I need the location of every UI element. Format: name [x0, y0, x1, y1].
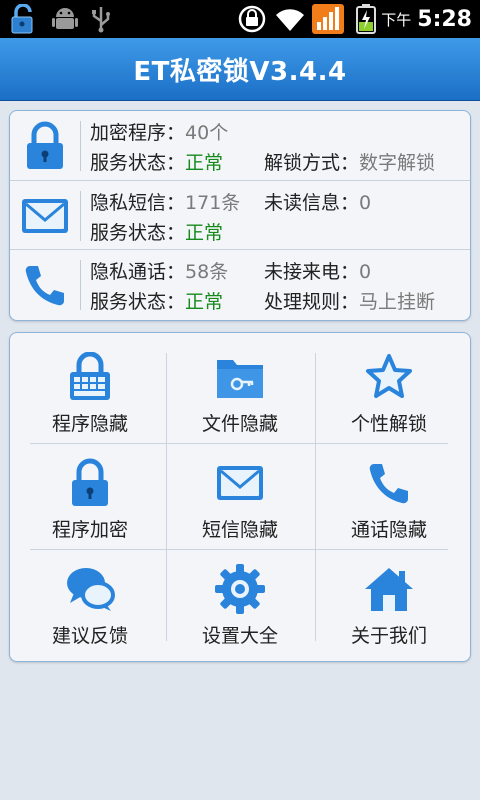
- menu-encrypt-programs[interactable]: 程序加密: [16, 443, 164, 547]
- info-row-sms[interactable]: 隐私短信：171条 未读信息：0 服务状态：正常: [10, 180, 470, 250]
- status-value: 正常: [185, 152, 224, 174]
- calls-label: 隐私通话：: [90, 261, 186, 283]
- menu-label: 文件隐藏: [201, 413, 278, 435]
- calls-line: 隐私通话：58条 未接来电：0: [90, 257, 371, 284]
- padlock-icon: [62, 457, 118, 509]
- menu-settings[interactable]: 设置大全: [166, 549, 314, 653]
- divider: [80, 121, 81, 171]
- padlock-icon: [16, 120, 74, 172]
- divider: [80, 191, 81, 241]
- divider: [80, 260, 81, 310]
- unread-value: 0: [359, 192, 372, 214]
- programs-value: 40个: [185, 122, 229, 144]
- calls-status-line: 服务状态：正常 处理规则：马上挂断: [90, 287, 435, 314]
- chat-bubbles-icon: [62, 563, 118, 615]
- info-row-programs[interactable]: 加密程序：40个 服务状态：正常 解锁方式：数字解锁: [10, 111, 470, 180]
- menu-about-us[interactable]: 关于我们: [315, 549, 463, 653]
- star-icon: [361, 351, 417, 403]
- menu-hide-files[interactable]: 文件隐藏: [166, 337, 314, 441]
- folder-key-icon: [212, 351, 268, 403]
- menu-custom-unlock[interactable]: 个性解锁: [315, 337, 463, 441]
- usb-icon: [90, 4, 112, 34]
- wifi-icon: [274, 4, 306, 34]
- menu-label: 程序隐藏: [51, 413, 128, 435]
- status-value: 正常: [185, 291, 224, 313]
- programs-line: 加密程序：40个: [90, 118, 228, 145]
- battery-charging-icon: [356, 4, 376, 34]
- clock: 下午 5:28: [381, 0, 472, 38]
- rule-label: 处理规则：: [264, 291, 360, 313]
- unread-label: 未读信息：: [264, 192, 360, 214]
- sms-label: 隐私短信：: [90, 192, 186, 214]
- programs-label: 加密程序：: [90, 122, 186, 144]
- menu-hide-programs[interactable]: 程序隐藏: [16, 337, 164, 441]
- sms-line: 隐私短信：171条 未读信息：0: [90, 188, 371, 215]
- status-value: 正常: [185, 222, 224, 244]
- menu-label: 设置大全: [201, 625, 278, 647]
- menu-feedback[interactable]: 建议反馈: [16, 549, 164, 653]
- menu-label: 关于我们: [350, 625, 427, 647]
- feature-menu-grid: 程序隐藏 文件隐藏 个性解锁 程序加密 短信隐藏 通话隐藏 建议反馈 设置大全 …: [9, 332, 471, 662]
- menu-label: 通话隐藏: [350, 519, 427, 541]
- menu-hide-sms[interactable]: 短信隐藏: [166, 443, 314, 547]
- status-bar: 下午 5:28: [0, 0, 480, 38]
- unlock-method-value: 数字解锁: [359, 152, 436, 174]
- menu-label: 程序加密: [51, 519, 128, 541]
- missed-value: 0: [359, 261, 372, 283]
- envelope-icon: [212, 457, 268, 509]
- info-row-calls[interactable]: 隐私通话：58条 未接来电：0 服务状态：正常 处理规则：马上挂断: [10, 249, 470, 319]
- clock-time: 5:28: [417, 6, 472, 32]
- keyboard-lock-icon: [62, 351, 118, 403]
- sms-value: 171条: [185, 192, 241, 214]
- phone-icon: [361, 457, 417, 509]
- signal-strength-icon: [312, 4, 344, 34]
- app-title: ET私密锁V3.4.4: [133, 56, 347, 87]
- rotation-lock-icon: [235, 4, 269, 34]
- phone-icon: [16, 259, 74, 311]
- sms-status-line: 服务状态：正常: [90, 218, 223, 245]
- menu-label: 建议反馈: [51, 625, 128, 647]
- calls-value: 58条: [185, 261, 229, 283]
- status-info-panel: 加密程序：40个 服务状态：正常 解锁方式：数字解锁 隐私短信：171条 未读信…: [9, 110, 471, 321]
- unlock-method-label: 解锁方式：: [264, 152, 360, 174]
- title-bar: ET私密锁V3.4.4: [0, 38, 480, 101]
- missed-label: 未接来电：: [264, 261, 360, 283]
- envelope-icon: [16, 190, 74, 242]
- menu-label: 个性解锁: [350, 413, 427, 435]
- menu-hide-calls[interactable]: 通话隐藏: [315, 443, 463, 547]
- house-icon: [361, 563, 417, 615]
- programs-status-line: 服务状态：正常 解锁方式：数字解锁: [90, 148, 435, 175]
- status-label: 服务状态：: [90, 152, 186, 174]
- clock-ampm: 下午: [381, 10, 412, 29]
- gear-icon: [212, 563, 268, 615]
- android-debug-icon: [52, 4, 78, 34]
- menu-label: 短信隐藏: [201, 519, 278, 541]
- status-label: 服务状态：: [90, 222, 186, 244]
- lock-open-icon: [8, 4, 42, 34]
- status-label: 服务状态：: [90, 291, 186, 313]
- rule-value: 马上挂断: [359, 291, 436, 313]
